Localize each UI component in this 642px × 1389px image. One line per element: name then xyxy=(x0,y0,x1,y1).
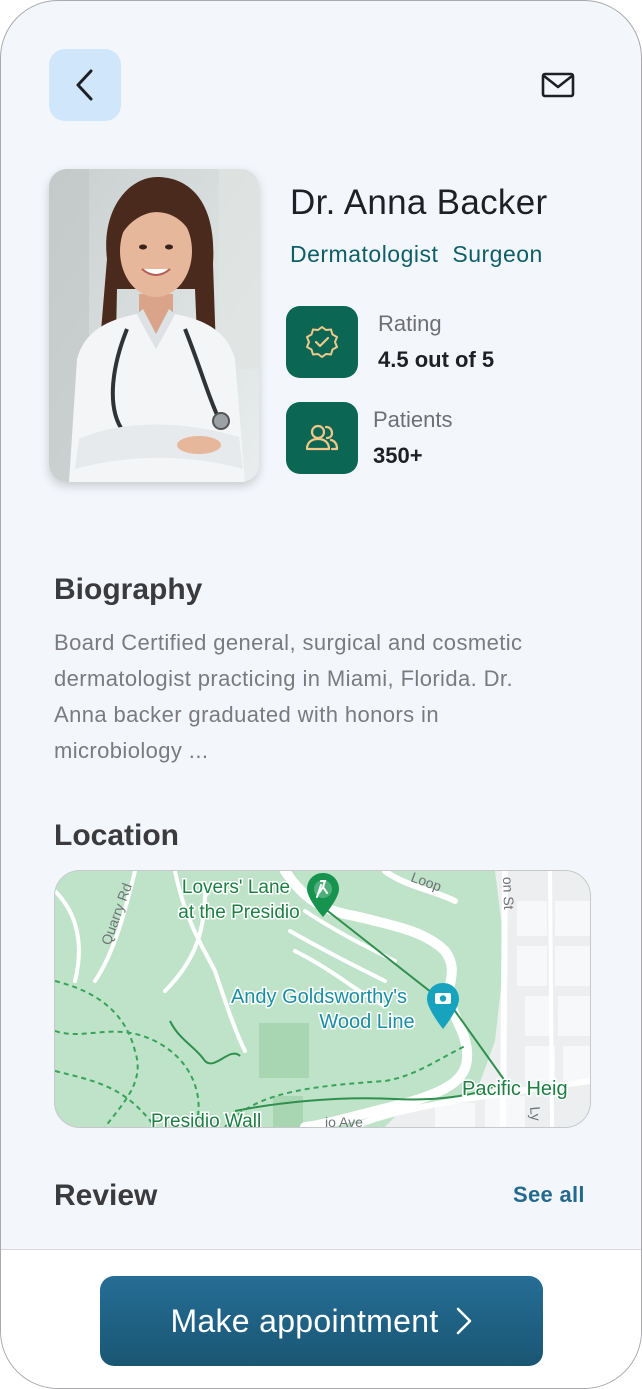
biography-line: Anna backer graduated with honors in xyxy=(54,702,439,727)
make-appointment-button[interactable]: Make appointment xyxy=(100,1276,543,1366)
see-all-link[interactable]: See all xyxy=(513,1182,585,1208)
map-area-label: Pacific Heig xyxy=(462,1078,568,1100)
doctor-name: Dr. Anna Backer xyxy=(290,183,548,222)
patients-icon-tile xyxy=(286,402,358,474)
review-title: Review xyxy=(54,1179,158,1212)
map-poi-label: Lovers' Lane xyxy=(182,877,290,898)
cta-label: Make appointment xyxy=(170,1302,439,1339)
biography-line: microbiology ... xyxy=(54,738,209,763)
doctor-photo xyxy=(49,169,259,482)
chevron-right-icon xyxy=(456,1307,471,1335)
map-road-label: on St xyxy=(500,877,517,910)
specialty-tag: Surgeon xyxy=(452,241,543,267)
map-area-label: Presidio Wall xyxy=(151,1111,261,1127)
biography-line: dermatologist practicing in Miami, Flori… xyxy=(54,666,513,691)
map-poi-label: Wood Line xyxy=(319,1011,414,1033)
chevron-left-icon xyxy=(76,69,93,101)
specialties: Dermatologist Surgeon xyxy=(290,241,543,268)
map-poi-label: Andy Goldsworthy's xyxy=(231,986,407,1008)
mail-button[interactable] xyxy=(541,71,577,101)
specialty-tag: Dermatologist xyxy=(290,241,439,267)
biography-line: Board Certified general, surgical and co… xyxy=(54,630,523,655)
mail-icon xyxy=(541,72,575,98)
verified-badge-icon xyxy=(306,326,338,358)
biography-text: Board Certified general, surgical and co… xyxy=(54,625,594,769)
map-road-label: io Ave xyxy=(325,1114,363,1127)
phone-frame: Dr. Anna Backer Dermatologist Surgeon Ra… xyxy=(0,0,642,1389)
rating-value: 4.5 out of 5 xyxy=(378,347,495,372)
biography-title: Biography xyxy=(54,573,203,606)
location-map[interactable]: Lovers' Lane at the Presidio Andy Goldsw… xyxy=(54,870,591,1128)
bottom-bar: Make appointment xyxy=(1,1249,641,1388)
location-title: Location xyxy=(54,819,179,852)
patients-label: Patients xyxy=(373,407,453,432)
back-button[interactable] xyxy=(49,49,121,121)
rating-icon-tile xyxy=(286,306,358,378)
rating-label: Rating xyxy=(378,311,442,336)
map-road-label: Ly xyxy=(527,1106,544,1122)
patients-value: 350+ xyxy=(373,443,423,468)
map-poi-label: at the Presidio xyxy=(178,902,299,923)
patients-icon xyxy=(305,424,339,451)
